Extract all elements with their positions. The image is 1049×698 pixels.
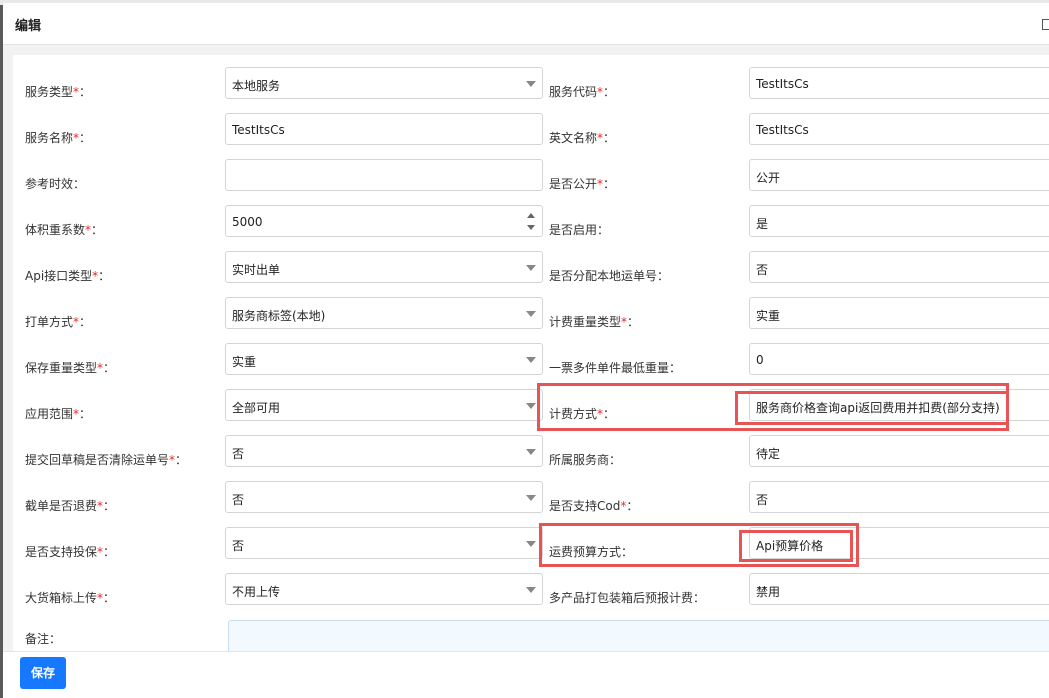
insurance-support-label: 是否支持投保*：	[25, 545, 116, 559]
chevron-down-icon	[526, 403, 536, 409]
form-row: 服务名称*： TestItsCs 英文名称*： TestItsCs	[13, 113, 1049, 159]
billing-weight-type-label: 计费重量类型*：	[549, 315, 640, 329]
print-method-label: 打单方式*：	[25, 315, 92, 329]
billing-weight-type-input[interactable]: 实重	[749, 297, 1049, 329]
is-public-label: 是否公开*：	[549, 177, 616, 191]
edit-form: 服务类型*： 本地服务 服务代码*： TestItsCs 服务名称*： Test…	[13, 55, 1049, 651]
form-row: 大货箱标上传*： 不用上传 多产品打包装箱后预报计费： 禁用	[13, 573, 1049, 619]
provider-label: 所属服务商：	[549, 453, 622, 467]
form-row: 打单方式*： 服务商标签(本地) 计费重量类型*： 实重	[13, 297, 1049, 343]
service-name-input[interactable]: TestItsCs	[225, 113, 543, 145]
print-method-select[interactable]: 服务商标签(本地)	[225, 297, 543, 329]
maximize-icon[interactable]	[1042, 19, 1049, 30]
service-name-label: 服务名称*：	[25, 131, 92, 145]
dialog-title: 编辑	[15, 19, 42, 34]
volume-factor-number-input[interactable]: 5000	[225, 205, 543, 237]
clear-no-on-submit-label: 提交回草稿是否清除运单号*：	[25, 453, 188, 467]
is-enabled-label: 是否启用：	[549, 223, 610, 237]
dialog-body[interactable]: 服务类型*： 本地服务 服务代码*： TestItsCs 服务名称*： Test…	[3, 45, 1049, 651]
remark-label: 备注：	[25, 632, 62, 646]
clear-no-on-submit-select[interactable]: 否	[225, 435, 543, 467]
cod-support-input[interactable]: 否	[749, 481, 1049, 513]
is-enabled-input[interactable]: 是	[749, 205, 1049, 237]
chevron-down-icon	[526, 587, 536, 593]
big-box-upload-label: 大货箱标上传*：	[25, 591, 116, 605]
english-name-input[interactable]: TestItsCs	[749, 113, 1049, 145]
form-row: Api接口类型*： 实时出单 是否分配本地运单号： 否	[13, 251, 1049, 297]
cod-support-label: 是否支持Cod*：	[549, 499, 639, 513]
api-type-label: Api接口类型*：	[25, 269, 111, 283]
scope-label: 应用范围*：	[25, 407, 92, 421]
billing-method-value-highlight	[735, 391, 1009, 425]
multi-min-weight-label: 一票多件单件最低重量：	[549, 361, 682, 375]
multi-min-weight-input[interactable]: 0	[749, 343, 1049, 375]
refund-on-cancel-select[interactable]: 否	[225, 481, 543, 513]
spin-down-icon[interactable]	[527, 225, 535, 230]
insurance-support-select[interactable]: 否	[225, 527, 543, 559]
service-type-label: 服务类型*：	[25, 85, 92, 99]
chevron-down-icon	[526, 357, 536, 363]
save-button[interactable]: 保存	[20, 657, 66, 689]
freight-estimate-value-highlight	[739, 530, 853, 562]
assign-local-no-label: 是否分配本地运单号：	[549, 269, 670, 283]
form-row: 提交回草稿是否清除运单号*： 否 所属服务商： 待定	[13, 435, 1049, 481]
edit-dialog: 编辑 服务类型*： 本地服务 服务代码*： TestItsCs 服务名称*： T…	[3, 3, 1049, 698]
dialog-header: 编辑	[3, 3, 1049, 45]
english-name-label: 英文名称*：	[549, 131, 616, 145]
provider-input[interactable]: 待定	[749, 435, 1049, 467]
assign-local-no-input[interactable]: 否	[749, 251, 1049, 283]
volume-factor-label: 体积重系数*：	[25, 223, 104, 237]
service-type-select[interactable]: 本地服务	[225, 67, 543, 99]
chevron-down-icon	[526, 541, 536, 547]
chevron-down-icon	[526, 495, 536, 501]
big-box-upload-select[interactable]: 不用上传	[225, 573, 543, 605]
form-row: 参考时效： 是否公开*： 公开	[13, 159, 1049, 205]
multi-pack-billing-label: 多产品打包装箱后预报计费：	[549, 591, 706, 605]
reference-time-input[interactable]	[225, 159, 543, 191]
is-public-input[interactable]: 公开	[749, 159, 1049, 191]
save-weight-type-select[interactable]: 实重	[225, 343, 543, 375]
chevron-down-icon	[526, 311, 536, 317]
scope-select[interactable]: 全部可用	[225, 389, 543, 421]
chevron-down-icon	[526, 265, 536, 271]
reference-time-label: 参考时效：	[25, 177, 86, 191]
save-weight-type-label: 保存重量类型*：	[25, 361, 116, 375]
remark-textarea[interactable]	[228, 620, 1049, 651]
form-row: 体积重系数*： 5000 是否启用： 是	[13, 205, 1049, 251]
spin-up-icon[interactable]	[527, 213, 535, 218]
dialog-footer: 保存	[3, 651, 1049, 698]
chevron-down-icon	[526, 449, 536, 455]
chevron-down-icon	[526, 81, 536, 87]
api-type-select[interactable]: 实时出单	[225, 251, 543, 283]
form-row: 服务类型*： 本地服务 服务代码*： TestItsCs	[13, 67, 1049, 113]
multi-pack-billing-input[interactable]: 禁用	[749, 573, 1049, 605]
service-code-label: 服务代码*：	[549, 85, 616, 99]
service-code-input[interactable]: TestItsCs	[749, 67, 1049, 99]
refund-on-cancel-label: 截单是否退费*：	[25, 499, 116, 513]
form-row: 是否支持投保*： 否 运费预算方式： Api预算价格	[13, 527, 1049, 573]
form-row: 截单是否退费*： 否 是否支持Cod*： 否	[13, 481, 1049, 527]
